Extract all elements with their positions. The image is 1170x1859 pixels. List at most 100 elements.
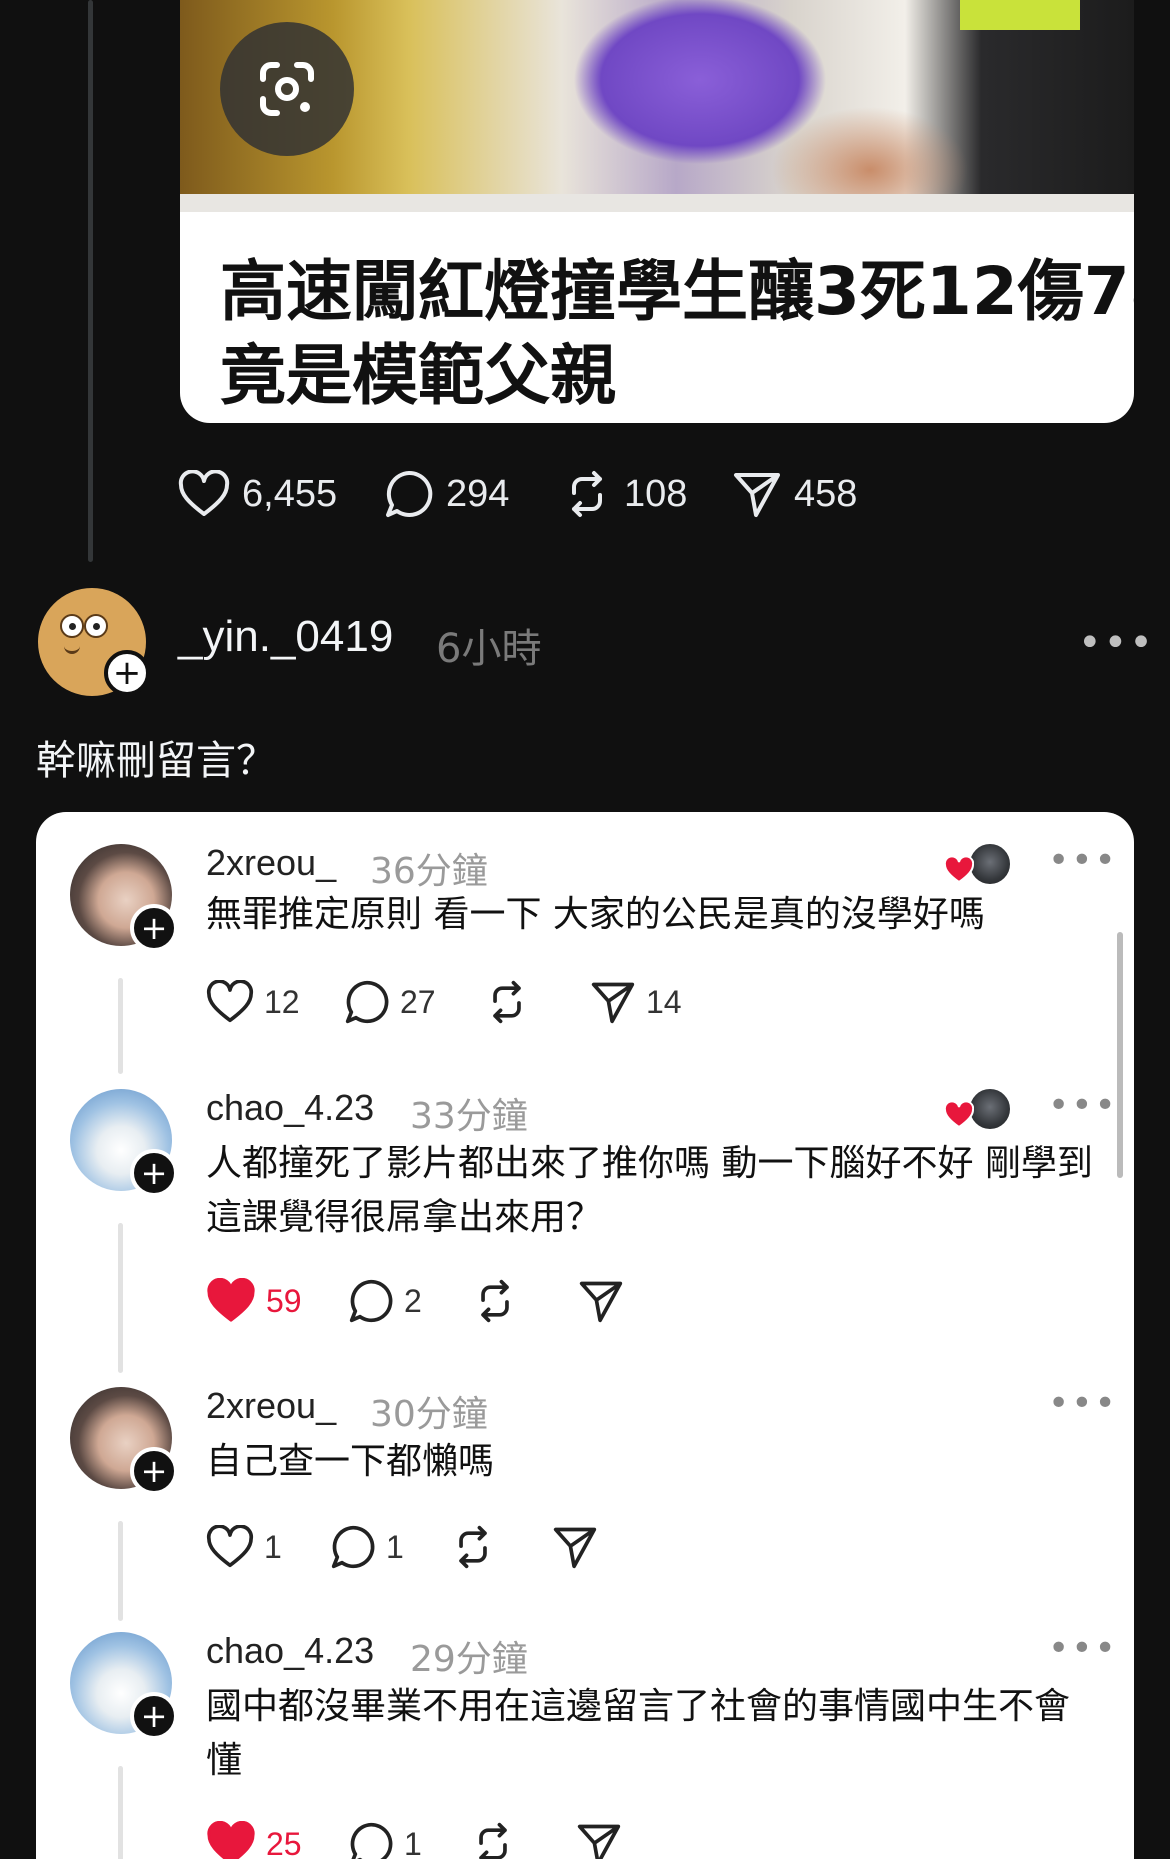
news-photo (180, 0, 1134, 212)
share-button[interactable] (576, 1818, 622, 1859)
comment-icon (331, 1525, 375, 1569)
google-lens-icon (260, 62, 314, 116)
like-button[interactable]: 59 (206, 1275, 302, 1327)
repost-icon (481, 1279, 509, 1323)
heart-icon (178, 470, 230, 516)
comment-icon (349, 1279, 393, 1323)
repost-button[interactable] (470, 1818, 516, 1859)
reply-timestamp: 36分鐘 (370, 851, 488, 892)
avatar[interactable]: + (70, 1089, 178, 1197)
heart-icon (944, 1101, 974, 1129)
avatar[interactable]: + (70, 1632, 178, 1740)
like-button[interactable]: 25 (206, 1818, 302, 1859)
follow-button[interactable]: + (130, 904, 178, 952)
repost-icon (459, 1525, 487, 1569)
share-count: 458 (794, 472, 858, 515)
plus-icon: + (140, 909, 168, 947)
comment-icon (345, 980, 389, 1024)
share-button[interactable]: 458 (732, 466, 857, 522)
repost-icon (479, 1822, 507, 1859)
share-icon (734, 473, 780, 517)
author-avatar-mini (968, 842, 1012, 886)
like-button[interactable]: 1 (206, 1521, 282, 1573)
follow-button[interactable]: + (130, 1692, 178, 1740)
heart-filled-icon (207, 1278, 255, 1322)
reply-username[interactable]: 2xreou_ (206, 1385, 336, 1427)
author-avatar-mini (968, 1087, 1012, 1131)
repost-button[interactable] (484, 976, 530, 1028)
share-button[interactable] (552, 1521, 598, 1573)
avatar[interactable]: + (70, 1387, 178, 1495)
thread-connector-line (118, 1521, 123, 1621)
reply-text: 國中都沒畢業不用在這邊留言了社會的事情國中生不會懂 (206, 1686, 1071, 1781)
thread-connector-line (118, 978, 123, 1074)
comment-count: 1 (386, 1528, 404, 1565)
share-button[interactable]: 14 (590, 976, 682, 1028)
like-count: 6,455 (242, 472, 338, 515)
comment-button[interactable]: 1 (348, 1818, 422, 1859)
repost-icon (572, 471, 602, 517)
comment-button[interactable]: 2 (348, 1275, 422, 1327)
reply-username[interactable]: chao_4.23 (206, 1087, 374, 1129)
repost-icon (493, 980, 521, 1024)
more-options-icon[interactable]: ••• (1048, 1383, 1118, 1424)
more-options-icon[interactable]: ••• (1048, 1628, 1118, 1669)
comment-count: 1 (404, 1825, 422, 1859)
comment-icon (350, 1822, 393, 1859)
comment-count: 27 (400, 983, 436, 1020)
heart-icon (206, 980, 254, 1023)
news-headline: 高速闖紅燈撞學生釀3死12傷78 竟是模範父親 (220, 253, 1134, 414)
reply-username[interactable]: chao_4.23 (206, 1630, 374, 1672)
share-count: 14 (646, 983, 682, 1020)
comment-button[interactable]: 27 (344, 976, 436, 1028)
reply-timestamp: 30分鐘 (370, 1394, 488, 1435)
like-count: 25 (266, 1825, 302, 1859)
thread-connector-line (118, 1766, 123, 1859)
news-link-card[interactable]: 高速闖紅燈撞學生釀3死12傷78 竟是模範父親 (180, 0, 1134, 423)
share-icon (577, 1824, 621, 1859)
reply-timestamp: 33分鐘 (410, 1096, 528, 1137)
more-options-icon[interactable]: ••• (1078, 620, 1155, 666)
repost-button[interactable] (450, 1521, 496, 1573)
more-options-icon[interactable]: ••• (1048, 840, 1118, 881)
comment-button[interactable]: 294 (384, 466, 509, 522)
comment-icon (386, 470, 433, 517)
like-button[interactable]: 12 (206, 976, 300, 1028)
heart-filled-icon (207, 1821, 255, 1859)
plus-icon: + (140, 1154, 168, 1192)
repost-count: 108 (624, 472, 688, 515)
like-count: 1 (264, 1528, 282, 1565)
avatar[interactable]: + (38, 588, 150, 696)
like-count: 59 (266, 1282, 302, 1319)
reply-username[interactable]: 2xreou_ (206, 842, 336, 884)
follow-button[interactable]: + (130, 1447, 178, 1495)
share-button[interactable] (578, 1275, 624, 1327)
plus-icon: + (140, 1697, 168, 1735)
avatar[interactable]: + (70, 844, 178, 952)
follow-button[interactable]: + (104, 650, 150, 696)
reply-text: 人都撞死了影片都出來了推你嗎 動一下腦好不好 剛學到這課覺得很屌拿出來用？ (206, 1143, 1093, 1238)
comment-count: 2 (404, 1282, 422, 1319)
thread-connector-line (118, 1223, 123, 1373)
comment-button[interactable]: 1 (330, 1521, 404, 1573)
plus-icon: + (112, 653, 142, 693)
share-icon (553, 1527, 597, 1569)
liked-by-author-badge (944, 1087, 1012, 1137)
repost-button[interactable]: 108 (562, 466, 687, 522)
post-timestamp: 6小時 (436, 626, 542, 672)
like-button[interactable]: 6,455 (178, 466, 337, 522)
like-count: 12 (264, 983, 300, 1020)
repost-button[interactable] (472, 1275, 518, 1327)
plus-icon: + (140, 1452, 168, 1490)
follow-button[interactable]: + (130, 1149, 178, 1197)
google-lens-button[interactable] (220, 22, 354, 156)
post-username[interactable]: _yin._0419 (178, 612, 393, 662)
reply-timestamp: 29分鐘 (410, 1639, 528, 1680)
more-options-icon[interactable]: ••• (1048, 1085, 1118, 1126)
post-text: 幹嘛刪留言？ (36, 738, 276, 784)
thread-connector-line (88, 0, 93, 562)
scrollbar[interactable] (1117, 932, 1123, 1178)
comment-count: 294 (446, 472, 510, 515)
reply-text: 無罪推定原則 看一下 大家的公民是真的沒學好嗎 (206, 894, 985, 935)
heart-icon (944, 856, 974, 884)
